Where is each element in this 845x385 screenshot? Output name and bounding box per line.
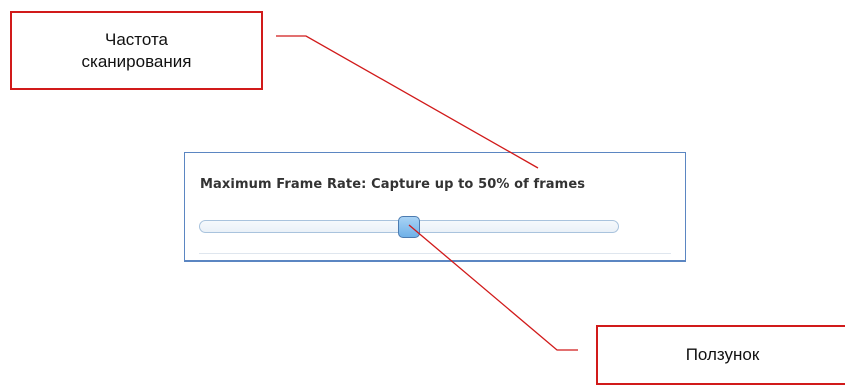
callout-frame-rate-text: Частота сканирования [81, 29, 192, 71]
frame-rate-panel: Maximum Frame Rate: Capture up to 50% of… [184, 152, 686, 262]
panel-divider [199, 253, 671, 254]
callout-frame-rate: Частота сканирования [10, 11, 263, 90]
callout-slider: Ползунок [596, 325, 845, 385]
frame-rate-slider-thumb[interactable] [398, 216, 420, 238]
leader-line-frame-rate [276, 35, 539, 169]
callout-slider-text: Ползунок [685, 345, 760, 364]
frame-rate-label: Maximum Frame Rate: Capture up to 50% of… [200, 177, 586, 192]
